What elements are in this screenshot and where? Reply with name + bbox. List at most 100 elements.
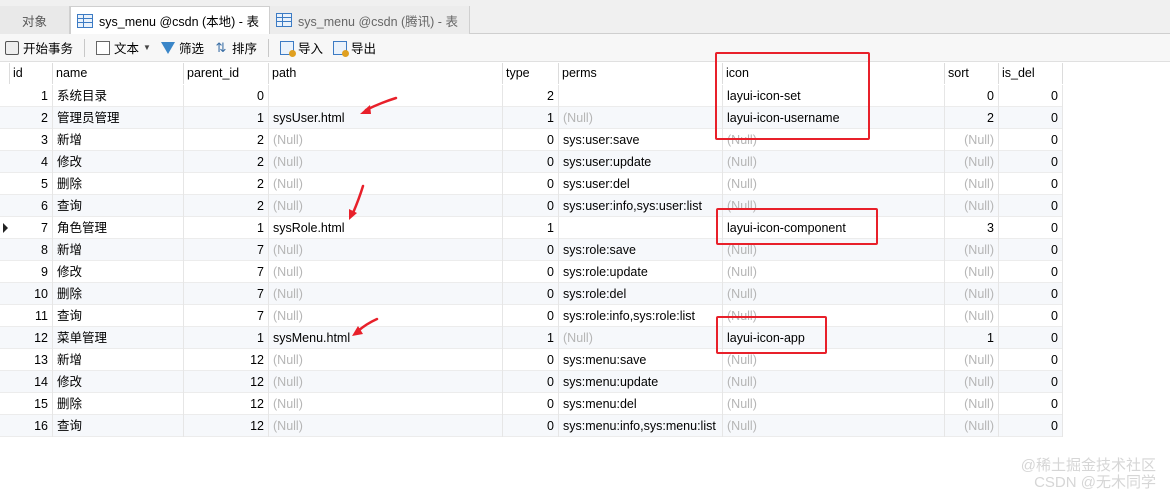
cell-icon[interactable]: (Null) (723, 283, 945, 305)
cell-id[interactable]: 5 (10, 173, 53, 195)
cell-is-del[interactable]: 0 (999, 393, 1063, 415)
header-cell-sort[interactable]: sort (945, 63, 999, 84)
export-button[interactable]: 导出 (328, 37, 381, 59)
cell-type[interactable]: 1 (503, 327, 559, 349)
table-row[interactable]: 2 管理员管理 1 sysUser.html 1 (Null) layui-icon-use… (0, 107, 1063, 129)
cell-perms[interactable]: sys:user:save (559, 129, 723, 151)
table-row[interactable]: 10 删除 7 (Null) 0 sys:role:del (Null) (Null) 0 (0, 283, 1063, 305)
table-row[interactable]: 4 修改 2 (Null) 0 sys:user:update (Null) (Null) 0 (0, 151, 1063, 173)
cell-type[interactable]: 0 (503, 305, 559, 327)
cell-parent-id[interactable]: 12 (184, 415, 269, 437)
cell-perms[interactable]: sys:menu:update (559, 371, 723, 393)
cell-perms[interactable]: sys:role:save (559, 239, 723, 261)
cell-icon[interactable]: (Null) (723, 393, 945, 415)
cell-parent-id[interactable]: 12 (184, 393, 269, 415)
cell-type[interactable]: 0 (503, 129, 559, 151)
cell-sort[interactable]: (Null) (945, 305, 999, 327)
cell-perms[interactable]: sys:menu:del (559, 393, 723, 415)
cell-sort[interactable]: (Null) (945, 173, 999, 195)
cell-id[interactable]: 14 (10, 371, 53, 393)
table-row[interactable]: 1 系统目录 0 2 layui-icon-set 0 0 (0, 85, 1063, 107)
begin-transaction-button[interactable]: 开始事务 (0, 37, 78, 59)
cell-name[interactable]: 查询 (53, 415, 184, 437)
table-row[interactable]: 11 查询 7 (Null) 0 sys:role:info,sys:role:list(… (0, 305, 1063, 327)
cell-id[interactable]: 11 (10, 305, 53, 327)
cell-type[interactable]: 0 (503, 371, 559, 393)
cell-is-del[interactable]: 0 (999, 129, 1063, 151)
cell-type[interactable]: 0 (503, 151, 559, 173)
cell-path[interactable]: (Null) (269, 239, 503, 261)
cell-sort[interactable]: (Null) (945, 393, 999, 415)
header-cell-name[interactable]: name (53, 63, 184, 84)
cell-sort[interactable]: (Null) (945, 349, 999, 371)
cell-parent-id[interactable]: 12 (184, 371, 269, 393)
cell-id[interactable]: 9 (10, 261, 53, 283)
cell-name[interactable]: 系统目录 (53, 85, 184, 107)
cell-type[interactable]: 0 (503, 173, 559, 195)
cell-is-del[interactable]: 0 (999, 327, 1063, 349)
table-row[interactable]: 15 删除 12 (Null) 0 sys:menu:del (Null) (Null) 0 (0, 393, 1063, 415)
table-row[interactable]: 5 删除 2 (Null) 0 sys:user:del (Null) (Null) 0 (0, 173, 1063, 195)
cell-sort[interactable]: (Null) (945, 151, 999, 173)
cell-parent-id[interactable]: 1 (184, 217, 269, 239)
cell-perms[interactable]: sys:user:update (559, 151, 723, 173)
cell-name[interactable]: 角色管理 (53, 217, 184, 239)
cell-is-del[interactable]: 0 (999, 349, 1063, 371)
cell-icon[interactable]: (Null) (723, 415, 945, 437)
cell-parent-id[interactable]: 7 (184, 283, 269, 305)
cell-id[interactable]: 15 (10, 393, 53, 415)
table-row[interactable]: 3 新增 2 (Null) 0 sys:user:save (Null) (Null) 0 (0, 129, 1063, 151)
cell-id[interactable]: 3 (10, 129, 53, 151)
cell-sort[interactable]: 2 (945, 107, 999, 129)
cell-type[interactable]: 0 (503, 283, 559, 305)
cell-is-del[interactable]: 0 (999, 217, 1063, 239)
cell-is-del[interactable]: 0 (999, 195, 1063, 217)
cell-perms[interactable]: sys:role:info,sys:role:list (559, 305, 723, 327)
cell-path[interactable]: (Null) (269, 305, 503, 327)
cell-is-del[interactable]: 0 (999, 151, 1063, 173)
cell-id[interactable]: 7 (10, 217, 53, 239)
cell-parent-id[interactable]: 0 (184, 85, 269, 107)
cell-name[interactable]: 修改 (53, 151, 184, 173)
cell-sort[interactable]: (Null) (945, 415, 999, 437)
cell-icon[interactable]: (Null) (723, 371, 945, 393)
cell-perms[interactable] (559, 217, 723, 239)
cell-parent-id[interactable]: 2 (184, 151, 269, 173)
cell-name[interactable]: 新增 (53, 349, 184, 371)
cell-name[interactable]: 管理员管理 (53, 107, 184, 129)
tab-sys-menu-tencent[interactable]: sys_menu @csdn (腾讯) - 表 (270, 6, 470, 34)
cell-path[interactable]: (Null) (269, 261, 503, 283)
cell-parent-id[interactable]: 2 (184, 173, 269, 195)
cell-sort[interactable]: (Null) (945, 129, 999, 151)
cell-perms[interactable]: (Null) (559, 107, 723, 129)
cell-type[interactable]: 1 (503, 217, 559, 239)
cell-perms[interactable] (559, 85, 723, 107)
cell-path[interactable]: sysRole.html (269, 217, 503, 239)
cell-path[interactable]: (Null) (269, 129, 503, 151)
cell-name[interactable]: 菜单管理 (53, 327, 184, 349)
header-cell-type[interactable]: type (503, 63, 559, 84)
cell-id[interactable]: 8 (10, 239, 53, 261)
cell-id[interactable]: 4 (10, 151, 53, 173)
cell-name[interactable]: 查询 (53, 195, 184, 217)
cell-sort[interactable]: 3 (945, 217, 999, 239)
cell-is-del[interactable]: 0 (999, 371, 1063, 393)
cell-parent-id[interactable]: 7 (184, 305, 269, 327)
header-cell-path[interactable]: path (269, 63, 503, 84)
cell-sort[interactable]: (Null) (945, 371, 999, 393)
cell-sort[interactable]: (Null) (945, 283, 999, 305)
filter-button[interactable]: 筛选 (156, 37, 209, 59)
cell-path[interactable]: (Null) (269, 173, 503, 195)
sort-button[interactable]: ⇅ 排序 (209, 37, 262, 59)
chevron-down-icon[interactable]: ▼ (143, 43, 151, 52)
cell-is-del[interactable]: 0 (999, 261, 1063, 283)
cell-path[interactable]: (Null) (269, 393, 503, 415)
cell-id[interactable]: 2 (10, 107, 53, 129)
cell-icon[interactable]: (Null) (723, 261, 945, 283)
cell-icon[interactable]: (Null) (723, 151, 945, 173)
cell-is-del[interactable]: 0 (999, 415, 1063, 437)
header-cell-is-del[interactable]: is_del (999, 63, 1063, 84)
cell-type[interactable]: 2 (503, 85, 559, 107)
cell-parent-id[interactable]: 7 (184, 239, 269, 261)
cell-icon[interactable]: (Null) (723, 173, 945, 195)
